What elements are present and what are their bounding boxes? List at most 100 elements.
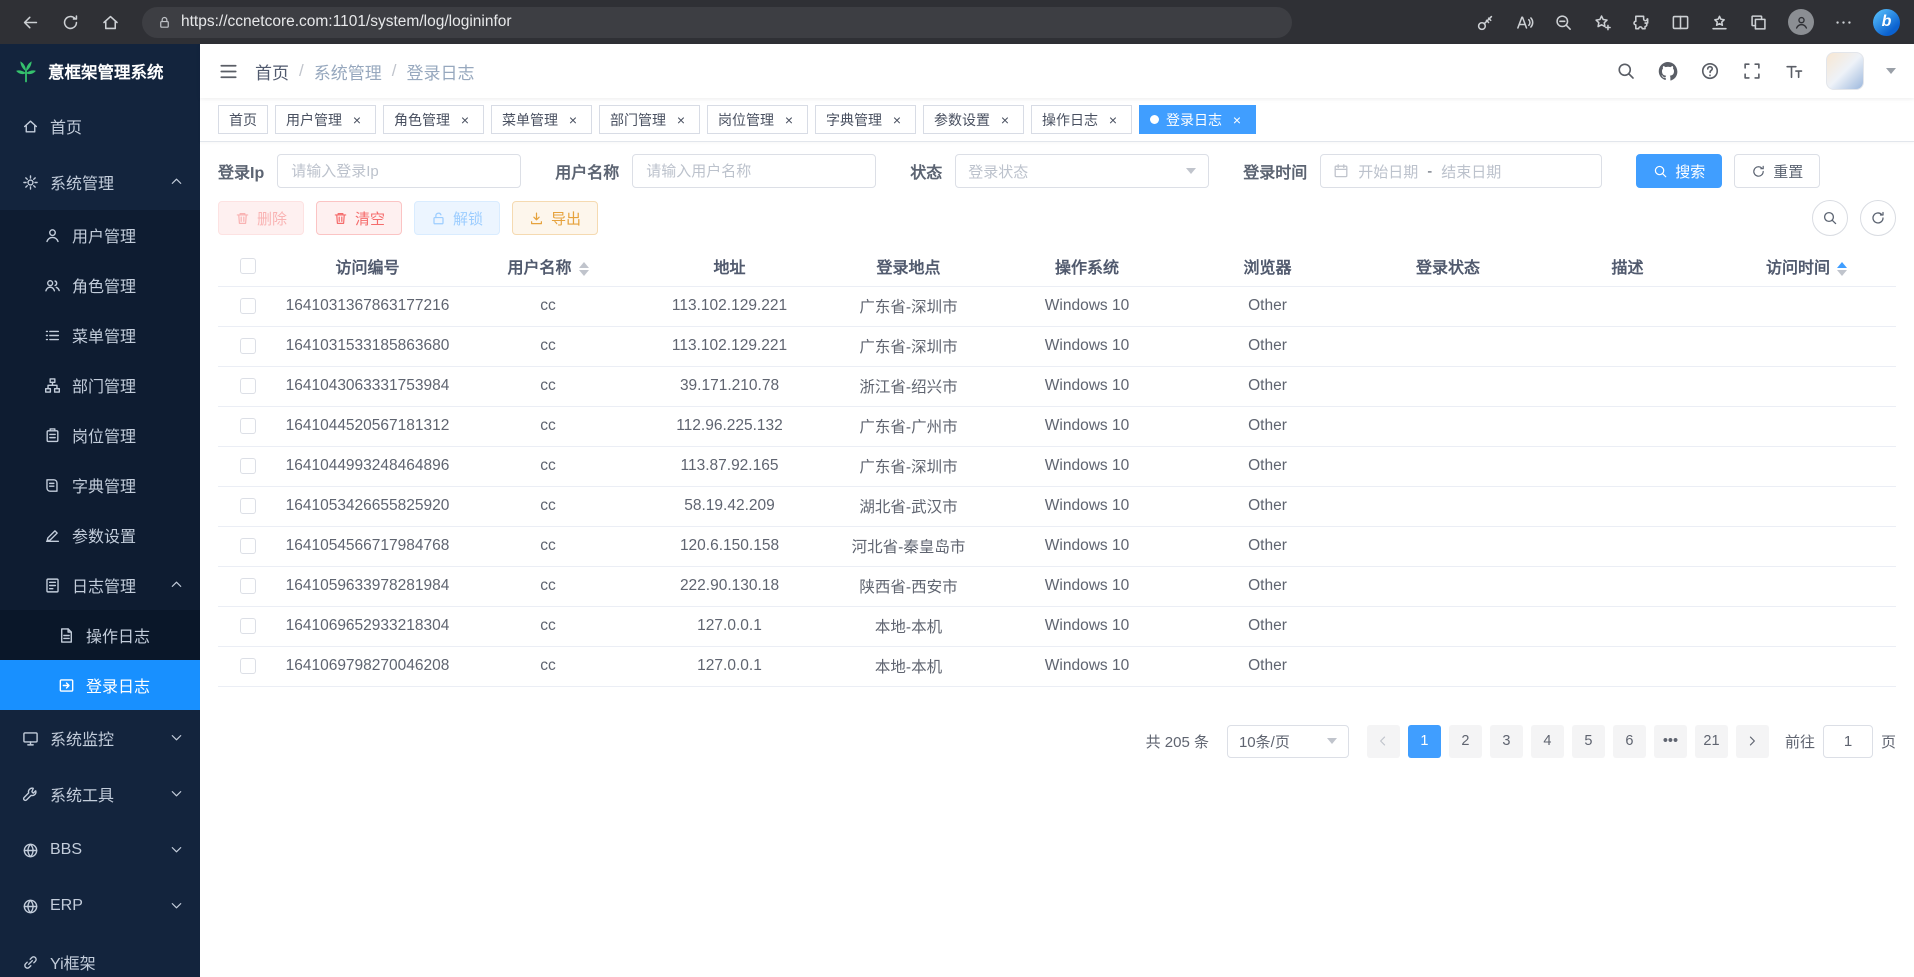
row-checkbox[interactable]: [240, 498, 256, 514]
sidebar-item-yi-frame[interactable]: Yi框架: [0, 934, 200, 977]
close-icon[interactable]: ×: [349, 112, 365, 128]
fullscreen-button[interactable]: [1742, 61, 1762, 81]
sidebar-item-bbs[interactable]: BBS: [0, 822, 200, 878]
row-checkbox[interactable]: [240, 618, 256, 634]
sidebar-item-operation-log[interactable]: 操作日志: [0, 610, 200, 660]
tab-operation-log[interactable]: 操作日志×: [1031, 105, 1132, 134]
row-checkbox[interactable]: [240, 378, 256, 394]
search-button[interactable]: 搜索: [1636, 154, 1722, 188]
close-icon[interactable]: ×: [997, 112, 1013, 128]
sidebar-item-role-mgmt[interactable]: 角色管理: [0, 260, 200, 310]
refresh-button[interactable]: [52, 4, 88, 40]
chevron-down-icon[interactable]: [1886, 68, 1896, 74]
tab-role-mgmt[interactable]: 角色管理×: [383, 105, 484, 134]
collections-button[interactable]: [1749, 13, 1768, 32]
column-header[interactable]: 用户名称: [457, 246, 639, 286]
unlock-button[interactable]: 解锁: [414, 201, 500, 235]
breadcrumb-system-mgmt[interactable]: 系统管理: [314, 59, 382, 84]
page-2-button[interactable]: 2: [1449, 725, 1482, 758]
address-bar[interactable]: https://ccnetcore.com:1101/system/log/lo…: [142, 7, 1292, 38]
close-icon[interactable]: ×: [565, 112, 581, 128]
export-button[interactable]: 导出: [512, 201, 598, 235]
page-3-button[interactable]: 3: [1490, 725, 1523, 758]
fav-bar-button[interactable]: [1710, 13, 1729, 32]
page-5-button[interactable]: 5: [1572, 725, 1605, 758]
font-size-button[interactable]: [1784, 61, 1804, 81]
tab-home[interactable]: 首页: [218, 105, 268, 134]
split-button[interactable]: [1671, 13, 1690, 32]
sidebar-item-erp[interactable]: ERP: [0, 878, 200, 934]
close-icon[interactable]: ×: [1229, 112, 1245, 128]
more-pages-button[interactable]: •••: [1654, 725, 1687, 758]
sidebar-item-login-log[interactable]: 登录日志: [0, 660, 200, 710]
goto-page-input[interactable]: [1823, 725, 1873, 758]
sidebar-item-dept-mgmt[interactable]: 部门管理: [0, 360, 200, 410]
user-avatar[interactable]: [1826, 52, 1864, 90]
page-4-button[interactable]: 4: [1531, 725, 1564, 758]
close-icon[interactable]: ×: [889, 112, 905, 128]
prev-page-button[interactable]: [1367, 725, 1400, 758]
sidebar-item-home[interactable]: 首页: [0, 98, 200, 154]
tab-user-mgmt[interactable]: 用户管理×: [275, 105, 376, 134]
toggle-search-button[interactable]: [1812, 200, 1848, 236]
row-checkbox[interactable]: [240, 578, 256, 594]
search-button[interactable]: [1616, 61, 1636, 81]
status-select[interactable]: 登录状态: [955, 154, 1209, 188]
home-button[interactable]: [92, 4, 128, 40]
star-plus-button[interactable]: [1593, 13, 1612, 32]
next-page-button[interactable]: [1736, 725, 1769, 758]
question-button[interactable]: [1700, 61, 1720, 81]
breadcrumb-home[interactable]: 首页: [255, 59, 289, 84]
profile-icon[interactable]: [1788, 9, 1814, 35]
clear-button[interactable]: 清空: [316, 201, 402, 235]
login-ip-input[interactable]: [277, 154, 521, 188]
sidebar-item-system-monitor[interactable]: 系统监控: [0, 710, 200, 766]
select-all-checkbox[interactable]: [240, 258, 256, 274]
sort-carets-icon[interactable]: [1837, 262, 1847, 276]
row-checkbox[interactable]: [240, 418, 256, 434]
close-icon[interactable]: ×: [457, 112, 473, 128]
close-icon[interactable]: ×: [781, 112, 797, 128]
read-aloud-button[interactable]: [1515, 13, 1534, 32]
user-name-input[interactable]: [632, 154, 876, 188]
github-button[interactable]: [1658, 61, 1678, 81]
dots-button[interactable]: [1834, 13, 1853, 32]
sidebar-item-system-tools[interactable]: 系统工具: [0, 766, 200, 822]
sort-carets-icon[interactable]: [579, 262, 589, 276]
page-21-button[interactable]: 21: [1695, 725, 1728, 758]
bing-icon[interactable]: b: [1873, 9, 1900, 36]
row-checkbox[interactable]: [240, 458, 256, 474]
page-size-select[interactable]: 10条/页: [1227, 725, 1349, 758]
puzzle-button[interactable]: [1632, 13, 1651, 32]
tab-post-mgmt[interactable]: 岗位管理×: [707, 105, 808, 134]
key-button[interactable]: [1476, 13, 1495, 32]
sidebar-item-post-mgmt[interactable]: 岗位管理: [0, 410, 200, 460]
sidebar-item-menu-mgmt[interactable]: 菜单管理: [0, 310, 200, 360]
sidebar-item-user-mgmt[interactable]: 用户管理: [0, 210, 200, 260]
close-icon[interactable]: ×: [1105, 112, 1121, 128]
sidebar-toggle-button[interactable]: [218, 61, 239, 82]
tab-param-settings[interactable]: 参数设置×: [923, 105, 1024, 134]
sidebar-item-log-mgmt[interactable]: 日志管理: [0, 560, 200, 610]
back-button[interactable]: [12, 4, 48, 40]
row-checkbox[interactable]: [240, 298, 256, 314]
tab-menu-mgmt[interactable]: 菜单管理×: [491, 105, 592, 134]
row-checkbox[interactable]: [240, 338, 256, 354]
sidebar-item-param-settings[interactable]: 参数设置: [0, 510, 200, 560]
tab-dept-mgmt[interactable]: 部门管理×: [599, 105, 700, 134]
zoom-out-button[interactable]: [1554, 13, 1573, 32]
reset-button[interactable]: 重置: [1734, 154, 1820, 188]
column-header[interactable]: 访问时间: [1717, 246, 1896, 286]
refresh-table-button[interactable]: [1860, 200, 1896, 236]
sidebar-item-dict-mgmt[interactable]: 字典管理: [0, 460, 200, 510]
tab-dict-mgmt[interactable]: 字典管理×: [815, 105, 916, 134]
delete-button[interactable]: 删除: [218, 201, 304, 235]
app-logo[interactable]: 意框架管理系统: [0, 44, 200, 98]
tab-login-log[interactable]: 登录日志×: [1139, 105, 1256, 134]
page-1-button[interactable]: 1: [1408, 725, 1441, 758]
sidebar-item-system-mgmt[interactable]: 系统管理: [0, 154, 200, 210]
date-range-picker[interactable]: 开始日期 - 结束日期: [1320, 154, 1602, 188]
row-checkbox[interactable]: [240, 538, 256, 554]
close-icon[interactable]: ×: [673, 112, 689, 128]
row-checkbox[interactable]: [240, 658, 256, 674]
